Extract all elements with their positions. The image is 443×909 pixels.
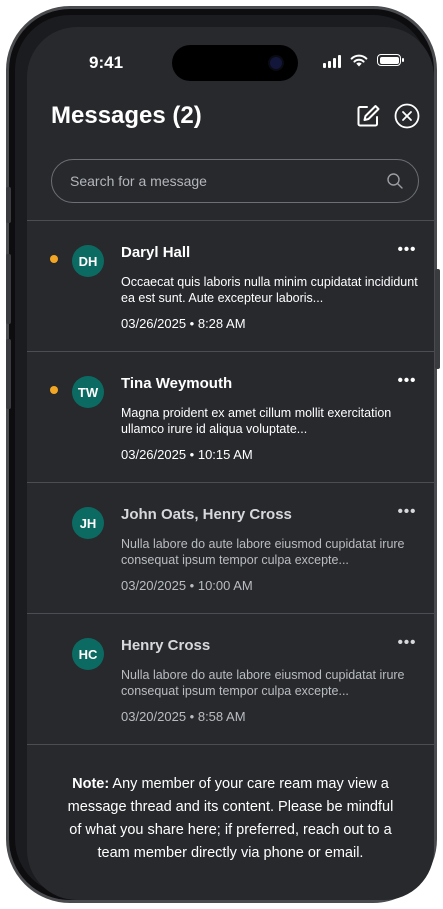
message-preview: Nulla labore do aute labore eiusmod cupi… xyxy=(121,668,405,698)
screen: 9:41 Messages (2) Search for a message D… xyxy=(27,27,434,900)
message-row[interactable]: HC Henry Cross ••• Nulla labore do aute … xyxy=(27,614,434,744)
battery-icon xyxy=(377,54,404,66)
close-button[interactable] xyxy=(394,103,420,129)
search-field[interactable] xyxy=(51,159,419,203)
compose-button[interactable] xyxy=(355,103,381,129)
sender-name: Tina Weymouth xyxy=(121,375,233,392)
message-timestamp: 03/20/2025 • 10:00 AM xyxy=(121,578,253,593)
wifi-icon xyxy=(350,54,368,67)
message-row[interactable]: JH John Oats, Henry Cross ••• Nulla labo… xyxy=(27,483,434,613)
note-label: Note: xyxy=(72,776,110,792)
unread-dot xyxy=(50,386,58,394)
message-preview: Magna proident ex amet cillum mollit exe… xyxy=(121,406,392,436)
sender-name: Henry Cross xyxy=(121,637,211,654)
note-text: Any member of your care ream may view a … xyxy=(67,776,394,861)
status-time: 9:41 xyxy=(89,53,124,72)
page-title: Messages (2) xyxy=(51,102,202,129)
volume-down-button xyxy=(6,339,11,409)
dynamic-island xyxy=(172,45,298,81)
privacy-note: Note: Any member of your care ream may v… xyxy=(67,773,394,865)
cellular-signal-icon xyxy=(323,55,343,68)
power-button xyxy=(435,269,440,369)
more-options-icon[interactable]: ••• xyxy=(394,373,420,392)
avatar: TW xyxy=(72,376,104,408)
more-options-icon[interactable]: ••• xyxy=(394,242,420,261)
message-row[interactable]: TW Tina Weymouth ••• Magna proident ex a… xyxy=(27,352,434,482)
message-preview: Occaecat quis laboris nulla minim cupida… xyxy=(121,275,418,305)
compose-icon xyxy=(357,105,380,127)
sender-name: Daryl Hall xyxy=(121,244,191,261)
sender-name: John Oats, Henry Cross xyxy=(121,506,292,523)
avatar: HC xyxy=(72,638,104,670)
camera-icon xyxy=(270,57,282,69)
volume-up-button xyxy=(6,254,11,324)
message-preview: Nulla labore do aute labore eiusmod cupi… xyxy=(121,537,405,567)
action-button xyxy=(6,187,11,223)
message-timestamp: 03/26/2025 • 8:28 AM xyxy=(121,316,246,331)
status-bar: 9:41 xyxy=(27,27,434,87)
more-options-icon[interactable]: ••• xyxy=(394,635,420,654)
avatar: DH xyxy=(72,245,104,277)
avatar: JH xyxy=(72,507,104,539)
message-row[interactable]: DH Daryl Hall ••• Occaecat quis laboris … xyxy=(27,221,434,351)
phone-frame: 9:41 Messages (2) Search for a message D… xyxy=(6,6,440,903)
divider xyxy=(27,744,434,745)
message-timestamp: 03/26/2025 • 10:15 AM xyxy=(121,447,253,462)
close-circle-icon xyxy=(394,103,420,129)
search-input[interactable] xyxy=(68,172,386,190)
search-icon[interactable] xyxy=(386,172,404,190)
more-options-icon[interactable]: ••• xyxy=(394,504,420,523)
unread-dot xyxy=(50,255,58,263)
message-timestamp: 03/20/2025 • 8:58 AM xyxy=(121,709,246,724)
